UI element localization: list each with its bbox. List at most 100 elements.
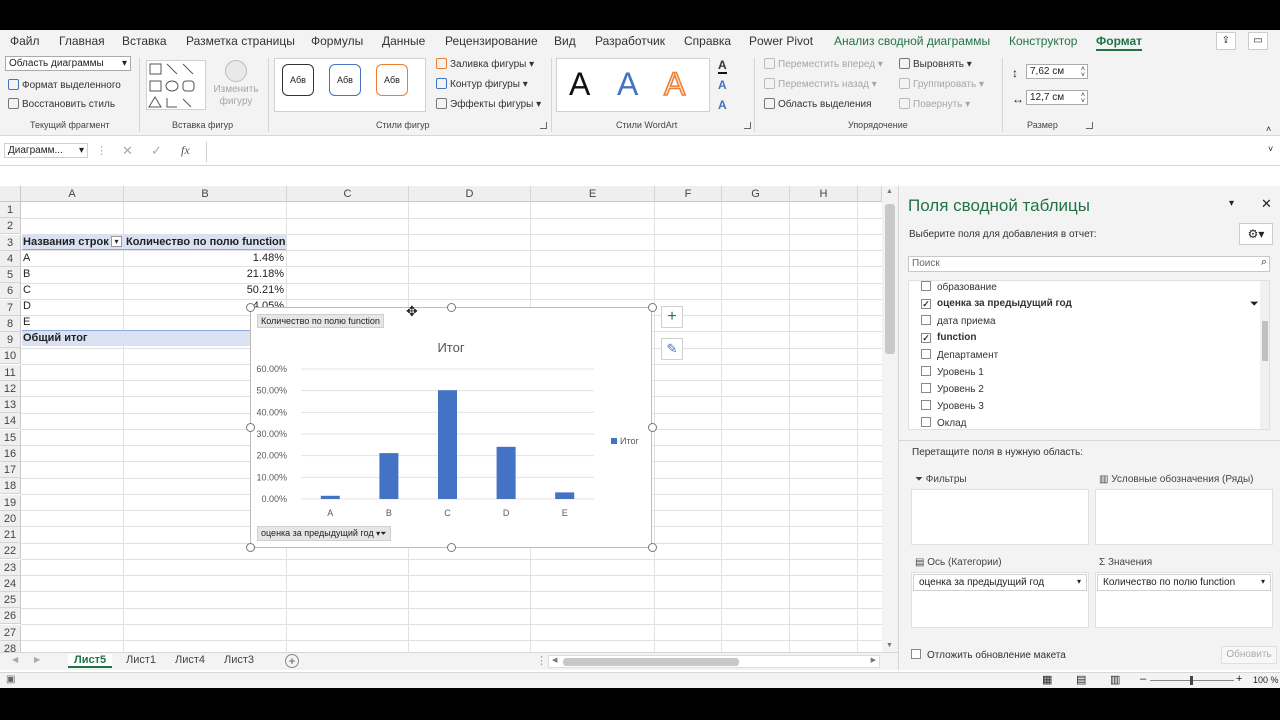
column-header[interactable]: B (124, 186, 287, 202)
resize-handle[interactable] (447, 303, 456, 312)
pivot-values-header[interactable]: Количество по полю function (126, 234, 286, 250)
field-item[interactable]: Департамент (921, 349, 998, 361)
tab-insert[interactable]: Вставка (122, 34, 167, 48)
dialog-launcher-icon[interactable] (1086, 122, 1093, 129)
shape-fill-button[interactable]: Заливка фигуры ▾ (436, 58, 534, 70)
pivot-row-value[interactable]: 50.21% (126, 282, 284, 298)
zoom-out-icon[interactable]: – (1140, 673, 1146, 685)
text-effects-icon[interactable]: A (718, 98, 727, 112)
row-header[interactable]: 2 (0, 218, 21, 235)
axis-field-item[interactable]: оценка за предыдущий год ▾ (913, 574, 1087, 591)
column-header[interactable]: G (722, 186, 790, 202)
chart-elements-combo[interactable]: Область диаграммы ▾ (5, 56, 131, 71)
align-button[interactable]: Выровнять ▾ (899, 58, 972, 70)
row-header[interactable]: 20 (0, 510, 21, 527)
page-break-view-icon[interactable]: ▥ (1110, 673, 1120, 686)
group-button[interactable]: Группировать ▾ (899, 78, 984, 90)
tab-power-pivot[interactable]: Power Pivot (749, 34, 813, 48)
wordart-style-black[interactable]: A (569, 66, 590, 103)
collapse-ribbon-icon[interactable]: ˄ (1266, 124, 1271, 134)
field-item[interactable]: Уровень 3 (921, 400, 984, 412)
field-search-input[interactable]: Поиск ⌕ (908, 256, 1270, 272)
axis-field-button[interactable]: оценка за предыдущий год ▾⏷ (257, 526, 391, 541)
tab-data[interactable]: Данные (382, 34, 425, 48)
pivot-row-value[interactable]: 21.18% (126, 266, 284, 282)
column-header[interactable]: A (21, 186, 124, 202)
normal-view-icon[interactable]: ▦ (1042, 673, 1052, 686)
change-shape-button[interactable]: Изменить фигуру (211, 60, 261, 108)
vertical-scrollbar[interactable]: ▲ ▼ (882, 186, 898, 652)
row-header[interactable]: 24 (0, 575, 21, 592)
field-item[interactable]: образование (921, 281, 997, 293)
scrollbar-thumb[interactable] (563, 658, 739, 666)
pivot-total-label[interactable]: Общий итог (23, 330, 88, 346)
field-checkbox[interactable] (921, 417, 931, 427)
shapes-gallery[interactable] (146, 60, 206, 110)
resize-handle[interactable] (648, 423, 657, 432)
row-header[interactable]: 23 (0, 559, 21, 576)
filter-dropdown-icon[interactable]: ▾ (111, 236, 122, 247)
wordart-style-blue[interactable]: A (617, 66, 638, 103)
bring-forward-button[interactable]: Переместить вперед ▾ (764, 58, 883, 70)
dialog-launcher-icon[interactable] (540, 122, 547, 129)
row-header[interactable]: 3 (0, 234, 21, 251)
field-item[interactable]: ✓ function (921, 332, 976, 343)
row-header[interactable]: 4 (0, 250, 21, 267)
zoom-in-icon[interactable]: + (1236, 673, 1242, 685)
tab-formulas[interactable]: Формулы (311, 34, 363, 48)
resize-handle[interactable] (246, 423, 255, 432)
defer-update-checkbox[interactable]: Отложить обновление макета (911, 649, 1066, 661)
zoom-level[interactable]: 100 % (1253, 675, 1279, 685)
row-header[interactable]: 21 (0, 527, 21, 543)
resize-handle[interactable] (447, 543, 456, 552)
expand-formula-icon[interactable]: ˅ (1268, 144, 1273, 154)
horizontal-scrollbar[interactable]: ◀ ▶ (548, 655, 880, 668)
column-header[interactable]: F (655, 186, 722, 202)
field-checkbox-checked[interactable]: ✓ (921, 299, 931, 309)
checkbox[interactable] (911, 649, 921, 659)
zoom-slider-thumb[interactable] (1190, 676, 1193, 685)
insert-function-icon[interactable]: fx (181, 143, 190, 158)
row-header[interactable]: 5 (0, 267, 21, 283)
row-header[interactable]: 18 (0, 478, 21, 495)
zoom-slider[interactable] (1150, 676, 1234, 685)
comments-icon[interactable]: ▭ (1248, 32, 1268, 50)
tab-review[interactable]: Рецензирование (445, 34, 538, 48)
field-list-scroll-thumb[interactable] (1262, 321, 1268, 361)
format-selection-button[interactable]: Формат выделенного (8, 79, 121, 91)
tab-format[interactable]: Формат (1096, 34, 1143, 51)
row-header[interactable]: 16 (0, 445, 21, 462)
pane-options-chevron-icon[interactable]: ▾ (1229, 198, 1234, 209)
scroll-up-icon[interactable]: ▲ (886, 188, 893, 195)
column-header[interactable] (858, 186, 882, 202)
row-header[interactable]: 14 (0, 413, 21, 430)
column-header[interactable]: C (287, 186, 409, 202)
page-layout-view-icon[interactable]: ▤ (1076, 673, 1086, 686)
pane-settings-gear-icon[interactable]: ⚙▾ (1239, 223, 1273, 245)
tab-pivotchart-analyze[interactable]: Анализ сводной диаграммы (834, 34, 990, 48)
column-header[interactable]: E (531, 186, 655, 202)
scroll-down-icon[interactable]: ▼ (886, 642, 893, 649)
field-checkbox[interactable] (921, 315, 931, 325)
field-item[interactable]: Оклад (921, 417, 967, 429)
pivot-row-label[interactable]: B (23, 266, 30, 282)
field-checkbox[interactable] (921, 281, 931, 291)
field-checkbox[interactable] (921, 349, 931, 359)
row-header[interactable]: 27 (0, 624, 21, 641)
pivot-row-label[interactable]: D (23, 298, 31, 314)
macro-record-icon[interactable]: ▣ (6, 674, 15, 685)
row-header[interactable]: 13 (0, 397, 21, 413)
scroll-right-icon[interactable]: ▶ (871, 656, 876, 664)
row-header[interactable]: 26 (0, 608, 21, 625)
share-icon[interactable]: ⇪ (1216, 32, 1236, 50)
selection-pane-button[interactable]: Область выделения (764, 98, 872, 110)
sheet-tab[interactable]: Лист4 (175, 654, 205, 666)
column-header[interactable]: H (790, 186, 858, 202)
shape-effects-button[interactable]: Эффекты фигуры ▾ (436, 98, 541, 110)
shape-style-2[interactable]: Абв (329, 64, 361, 96)
row-header[interactable]: 8 (0, 315, 21, 332)
scroll-left-icon[interactable]: ◀ (552, 656, 557, 664)
prev-sheet-icon[interactable]: ◀ (12, 655, 18, 664)
update-button[interactable]: Обновить (1221, 646, 1277, 664)
add-sheet-icon[interactable]: + (285, 654, 299, 668)
